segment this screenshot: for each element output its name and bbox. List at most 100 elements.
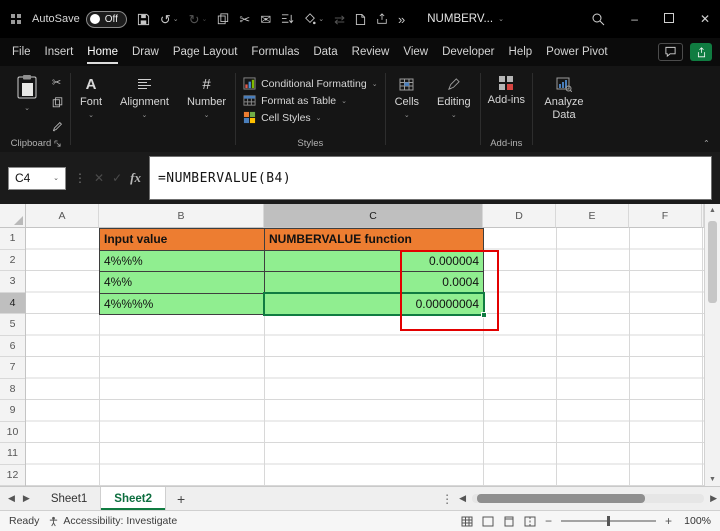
next-sheet-icon[interactable]: ▶ — [23, 493, 30, 504]
zoom-slider-thumb[interactable] — [606, 516, 610, 526]
menu-tab-help[interactable]: Help — [502, 38, 540, 66]
name-box[interactable]: C4 ⌄ — [8, 166, 66, 190]
paste-chevron-icon[interactable]: ⌄ — [24, 104, 30, 112]
cell-C4[interactable]: 0.00000004 — [264, 292, 484, 315]
menu-tab-developer[interactable]: Developer — [435, 38, 501, 66]
cell-B4[interactable]: 4%%%% — [99, 292, 265, 315]
zoom-out-button[interactable]: − — [545, 515, 552, 527]
app-launcher-icon[interactable] — [10, 13, 22, 25]
row-header-7[interactable]: 7 — [0, 357, 25, 379]
document-icon[interactable] — [355, 13, 366, 26]
row-header-9[interactable]: 9 — [0, 400, 25, 422]
menu-tab-page-layout[interactable]: Page Layout — [166, 38, 245, 66]
paste-button[interactable]: ⌄ — [9, 72, 45, 114]
horizontal-scrollbar[interactable]: ⋮ ◀ ▶ — [441, 487, 720, 510]
menu-tab-file[interactable]: File — [5, 38, 38, 66]
menu-tab-power-pivot[interactable]: Power Pivot — [539, 38, 614, 66]
cut-icon[interactable]: ✂ — [239, 13, 250, 26]
alignment-group-button[interactable]: Alignment ⌄ — [111, 66, 178, 152]
vertical-scrollbar[interactable]: ▲ ▼ — [704, 204, 720, 486]
menu-tab-insert[interactable]: Insert — [38, 38, 81, 66]
comments-button[interactable] — [658, 43, 683, 61]
col-header-b[interactable]: B — [99, 204, 264, 228]
number-group-button[interactable]: # Number ⌄ — [178, 66, 235, 152]
cancel-icon[interactable]: ✕ — [94, 171, 104, 185]
row-header-10[interactable]: 10 — [0, 422, 25, 443]
share-button[interactable] — [690, 43, 712, 61]
sheet-tab-sheet2[interactable]: Sheet2 — [101, 487, 167, 510]
menu-tab-data[interactable]: Data — [306, 38, 344, 66]
formula-input[interactable]: =NUMBERVALUE(B4) — [148, 156, 712, 200]
scroll-left-icon[interactable]: ◀ — [459, 493, 466, 504]
sheet-tab-sheet1[interactable]: Sheet1 — [38, 487, 102, 510]
sort-numbers-icon[interactable] — [281, 13, 294, 25]
cell-C1[interactable]: NUMBERVALUE function — [264, 228, 484, 251]
col-header-a[interactable]: A — [26, 204, 99, 228]
col-header-d[interactable]: D — [483, 204, 556, 228]
clipboard-dialog-launcher-icon[interactable] — [54, 140, 61, 147]
col-header-c[interactable]: C — [264, 204, 483, 228]
cell-C2[interactable]: 0.000004 — [264, 249, 484, 272]
undo-chevron-icon[interactable]: ⌄ — [173, 16, 179, 23]
export-icon[interactable] — [376, 13, 388, 25]
scroll-up-icon[interactable]: ▲ — [705, 207, 720, 214]
horizontal-scrollbar-track[interactable] — [472, 494, 705, 503]
menu-tab-review[interactable]: Review — [345, 38, 397, 66]
analyze-data-button[interactable]: Analyze Data — [533, 66, 595, 152]
menu-tab-formulas[interactable]: Formulas — [244, 38, 306, 66]
menu-tab-view[interactable]: View — [396, 38, 435, 66]
format-as-table-button[interactable]: Format as Table ⌄ — [243, 94, 378, 107]
conditional-formatting-button[interactable]: Conditional Formatting ⌄ — [243, 77, 378, 90]
save-icon[interactable] — [137, 13, 150, 26]
cell-B3[interactable]: 4%% — [99, 271, 265, 294]
autosave-toggle[interactable]: AutoSave Off — [32, 10, 127, 28]
more-commands-button[interactable]: » — [398, 13, 405, 26]
normal-view-icon[interactable] — [482, 516, 494, 527]
enter-icon[interactable]: ✓ — [112, 171, 122, 185]
menu-tab-draw[interactable]: Draw — [125, 38, 166, 66]
vertical-scrollbar-thumb[interactable] — [708, 221, 717, 303]
search-icon[interactable] — [591, 12, 605, 26]
horizontal-scrollbar-thumb[interactable] — [477, 494, 646, 503]
row-header-1[interactable]: 1 — [0, 228, 25, 250]
cell-C3[interactable]: 0.0004 — [264, 271, 484, 294]
minimize-button[interactable]: – — [631, 12, 638, 26]
zoom-level[interactable]: 100% — [681, 515, 711, 527]
zoom-in-button[interactable]: + — [665, 515, 672, 527]
row-header-6[interactable]: 6 — [0, 336, 25, 357]
prev-sheet-icon[interactable]: ◀ — [8, 493, 15, 504]
insert-function-icon[interactable]: fx — [130, 170, 141, 186]
font-group-button[interactable]: A Font ⌄ — [71, 66, 111, 152]
document-title[interactable]: NUMBERV... ⌄ — [427, 13, 504, 25]
copy-button[interactable] — [52, 95, 63, 113]
row-header-4[interactable]: 4 — [0, 292, 25, 314]
select-all-corner[interactable] — [0, 204, 26, 228]
cell-B2[interactable]: 4%%% — [99, 249, 265, 272]
fill-color-chevron-icon[interactable]: ⌄ — [318, 16, 324, 23]
cell-B1[interactable]: Input value — [99, 228, 265, 251]
cut-button[interactable]: ✂ — [52, 76, 63, 89]
scroll-right-icon[interactable]: ▶ — [710, 493, 717, 504]
sheet-view-icon[interactable] — [461, 516, 473, 527]
formula-bar-drag-handle[interactable]: ⋮ — [74, 171, 86, 185]
swap-arrows-icon[interactable]: ⇄ — [334, 13, 345, 26]
page-layout-view-icon[interactable] — [503, 516, 515, 527]
row-header-2[interactable]: 2 — [0, 250, 25, 271]
redo-chevron-icon[interactable]: ⌄ — [202, 16, 208, 23]
fill-color-icon[interactable]: ⌄ — [304, 13, 324, 25]
name-box-chevron-icon[interactable]: ⌄ — [53, 174, 59, 182]
row-header-12[interactable]: 12 — [0, 465, 25, 486]
col-header-f[interactable]: F — [629, 204, 702, 228]
scroll-down-icon[interactable]: ▼ — [705, 476, 720, 483]
collapse-ribbon-icon[interactable]: ⌄ — [703, 138, 710, 147]
undo-button[interactable]: ↺ ⌄ — [160, 13, 179, 26]
editing-group-button[interactable]: Editing ⌄ — [428, 66, 480, 152]
row-header-11[interactable]: 11 — [0, 443, 25, 465]
new-sheet-button[interactable]: + — [166, 487, 196, 510]
redo-button[interactable]: ↻ ⌄ — [189, 13, 208, 26]
close-button[interactable]: ✕ — [700, 12, 710, 26]
zoom-slider[interactable] — [560, 516, 656, 526]
format-painter-button[interactable] — [52, 119, 63, 137]
row-header-8[interactable]: 8 — [0, 379, 25, 400]
grid-body[interactable]: 1 2 3 4 5 6 7 8 9 10 11 12 Input value N… — [0, 228, 704, 486]
